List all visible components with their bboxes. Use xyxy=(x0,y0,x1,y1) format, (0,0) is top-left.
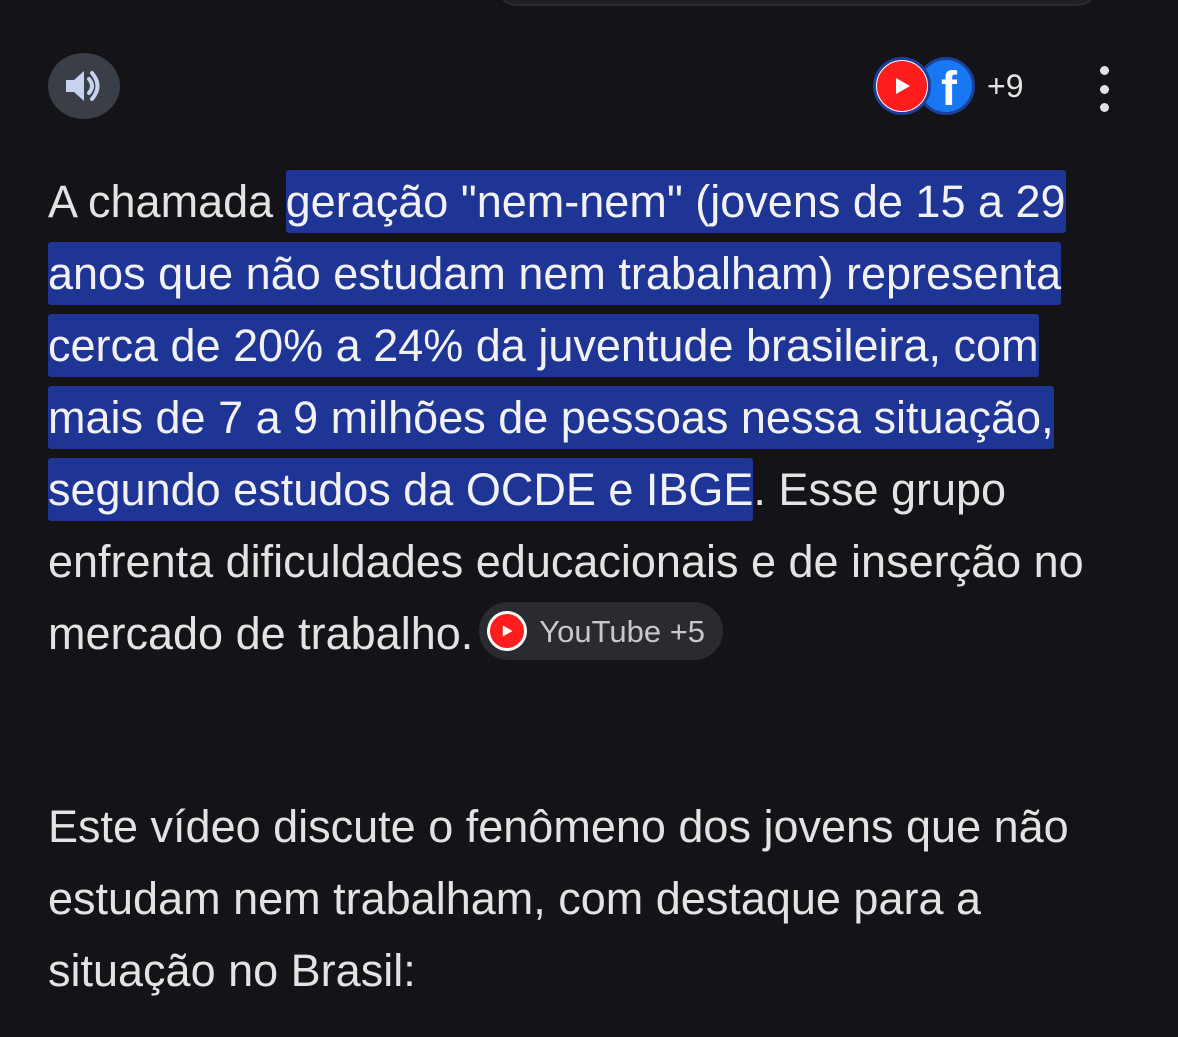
source-chip-label: YouTube +5 xyxy=(539,613,706,649)
sources-count: +9 xyxy=(987,67,1024,104)
video-intro-paragraph: Este vídeo discute o fenômeno dos jovens… xyxy=(48,801,1069,996)
answer-paragraph: A chamada geração "nem-nem" (jovens de 1… xyxy=(48,166,1138,670)
youtube-icon xyxy=(873,57,931,115)
top-search-bar-edge xyxy=(495,0,1099,6)
youtube-icon xyxy=(487,611,528,652)
speaker-icon xyxy=(66,71,100,101)
answer-text-start: A chamada xyxy=(48,176,286,227)
more-options-button[interactable] xyxy=(1088,66,1120,112)
sources-button[interactable]: f +9 xyxy=(873,54,1023,118)
source-chip-youtube[interactable]: YouTube +5 xyxy=(479,602,724,661)
more-vert-icon xyxy=(1099,66,1109,75)
listen-button[interactable] xyxy=(48,53,120,119)
